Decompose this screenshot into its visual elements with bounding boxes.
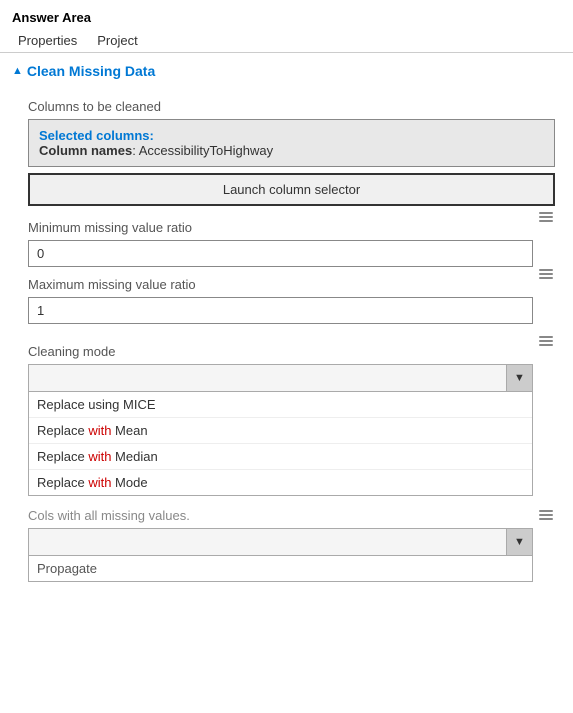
cleaning-mode-inner: Cleaning mode ▼ Replace using MICE Repla…: [28, 334, 533, 496]
max-ratio-field-row: Maximum missing value ratio: [28, 267, 555, 324]
cleaning-mode-arrow-button[interactable]: ▼: [506, 365, 532, 391]
cleaning-mode-section: Cleaning mode ▼ Replace using MICE Repla…: [28, 334, 555, 496]
cols-missing-menu-icon[interactable]: [537, 510, 555, 520]
max-ratio-menu-icon[interactable]: [537, 269, 555, 279]
cols-missing-dropdown[interactable]: ▼: [28, 528, 533, 556]
tab-bar: Properties Project: [0, 29, 573, 53]
cols-missing-inner: Cols with all missing values. ▼ Propagat…: [28, 508, 533, 582]
highlight-with-mean: with: [88, 423, 111, 438]
cols-missing-label: Cols with all missing values.: [28, 508, 533, 523]
column-names-value: AccessibilityToHighway: [139, 143, 273, 158]
selected-columns-box: Selected columns: Column names: Accessib…: [28, 119, 555, 167]
cleaning-mode-dropdown[interactable]: ▼: [28, 364, 533, 392]
tab-properties[interactable]: Properties: [12, 29, 91, 52]
cleaning-option-mean[interactable]: Replace with Mean: [29, 418, 532, 444]
hamburger-line-2: [539, 514, 553, 516]
cleaning-mode-field-row: Cleaning mode ▼ Replace using MICE Repla…: [28, 334, 555, 496]
cleaning-mode-label: Cleaning mode: [28, 344, 533, 359]
hamburger-line-1: [539, 510, 553, 512]
cleaning-option-mice[interactable]: Replace using MICE: [29, 392, 532, 418]
section-title: Clean Missing Data: [27, 63, 155, 79]
max-ratio-input[interactable]: [28, 297, 533, 324]
cols-missing-section: Cols with all missing values. ▼ Propagat…: [28, 508, 555, 582]
selected-columns-title: Selected columns:: [39, 128, 544, 143]
highlight-with-mode: with: [88, 475, 111, 490]
min-ratio-input[interactable]: [28, 240, 533, 267]
collapse-arrow-icon: ▲: [12, 65, 23, 77]
content-area: Columns to be cleaned Selected columns: …: [0, 83, 573, 588]
hamburger-line-1: [539, 269, 553, 271]
hamburger-line-3: [539, 518, 553, 520]
cleaning-mode-menu-icon[interactable]: [537, 336, 555, 346]
hamburger-line-3: [539, 344, 553, 346]
min-ratio-menu-icon[interactable]: [537, 212, 555, 222]
cols-missing-input[interactable]: [29, 530, 506, 555]
min-ratio-field-row: Minimum missing value ratio: [28, 210, 555, 267]
columns-label: Columns to be cleaned: [28, 99, 555, 114]
cleaning-option-median[interactable]: Replace with Median: [29, 444, 532, 470]
tab-project[interactable]: Project: [91, 29, 151, 52]
cols-missing-field-row: Cols with all missing values. ▼ Propagat…: [28, 508, 555, 582]
hamburger-line-2: [539, 273, 553, 275]
hamburger-line-2: [539, 340, 553, 342]
section-header[interactable]: ▲ Clean Missing Data: [0, 59, 573, 83]
hamburger-line-3: [539, 277, 553, 279]
highlight-with-median: with: [88, 449, 111, 464]
cleaning-mode-input[interactable]: [29, 366, 506, 391]
cols-missing-arrow-button[interactable]: ▼: [506, 529, 532, 555]
max-ratio-inner: Maximum missing value ratio: [28, 267, 533, 324]
min-ratio-label: Minimum missing value ratio: [28, 220, 533, 235]
answer-area-label: Answer Area: [0, 0, 573, 29]
cleaning-option-mode[interactable]: Replace with Mode: [29, 470, 532, 495]
cleaning-mode-list: Replace using MICE Replace with Mean Rep…: [28, 392, 533, 496]
column-names-row: Column names: AccessibilityToHighway: [39, 143, 544, 158]
hamburger-line-1: [539, 336, 553, 338]
hamburger-line-2: [539, 216, 553, 218]
min-ratio-inner: Minimum missing value ratio: [28, 210, 533, 267]
column-names-label: Column names: [39, 143, 132, 158]
launch-column-selector-button[interactable]: Launch column selector: [28, 173, 555, 206]
hamburger-line-1: [539, 212, 553, 214]
propagate-hint: Propagate: [28, 556, 533, 582]
max-ratio-label: Maximum missing value ratio: [28, 277, 533, 292]
hamburger-line-3: [539, 220, 553, 222]
